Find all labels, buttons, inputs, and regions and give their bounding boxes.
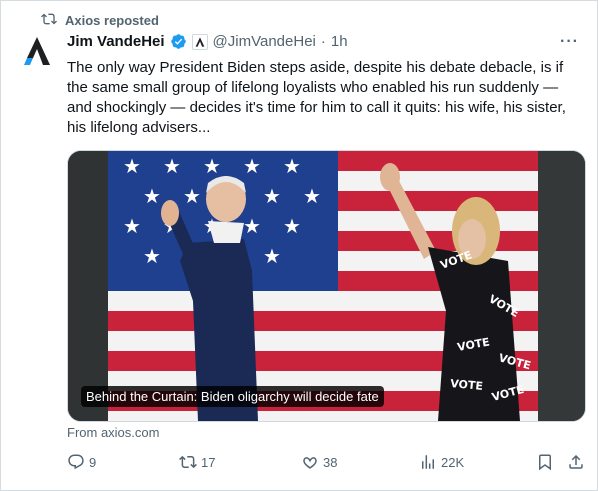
verified-badge-icon[interactable] [170, 33, 187, 50]
svg-text:★: ★ [263, 244, 281, 268]
axios-affiliate-icon[interactable] [191, 33, 208, 50]
svg-text:★: ★ [123, 154, 141, 178]
timestamp[interactable]: 1h [331, 33, 348, 50]
author-handle[interactable]: @JimVandeHei [213, 33, 316, 50]
link-card-title[interactable]: Behind the Curtain: Biden oligarchy will… [81, 386, 384, 407]
bookmark-icon [539, 454, 551, 471]
tweet-text: The only way President Biden steps aside… [67, 59, 566, 136]
svg-text:★: ★ [243, 214, 261, 238]
svg-text:★: ★ [283, 154, 301, 178]
share-button[interactable] [567, 453, 585, 471]
svg-text:★: ★ [203, 154, 221, 178]
like-button[interactable]: 38 [301, 453, 337, 471]
photo-biden-waving: ★★★★★ ★★★★★ ★★★★★ ★★★★ [68, 151, 585, 421]
svg-text:★: ★ [243, 154, 261, 178]
bar-chart-icon [422, 455, 434, 469]
link-source[interactable]: From axios.com [67, 425, 159, 440]
tweet-header: Jim VandeHei @JimVandeHei · 1h [67, 33, 348, 50]
like-count: 38 [323, 454, 338, 470]
view-count: 22K [441, 454, 465, 470]
views-button[interactable]: 22K [419, 453, 464, 471]
share-icon [569, 454, 583, 469]
separator-dot: · [320, 33, 326, 50]
bookmark-button[interactable] [536, 453, 554, 471]
svg-text:★: ★ [263, 184, 281, 208]
author-name[interactable]: Jim VandeHei [67, 33, 165, 50]
svg-text:★: ★ [143, 244, 161, 268]
tweet-card[interactable]: Axios reposted Jim VandeHei @JimVandeHei… [0, 0, 598, 491]
svg-text:★: ★ [183, 184, 201, 208]
link-card-image[interactable]: ★★★★★ ★★★★★ ★★★★★ ★★★★ [67, 150, 586, 422]
svg-text:★: ★ [283, 214, 301, 238]
svg-text:★: ★ [303, 184, 321, 208]
repost-context[interactable]: Axios reposted [41, 11, 159, 30]
svg-text:★: ★ [123, 214, 141, 238]
repost-button[interactable]: 17 [179, 453, 215, 471]
repost-label: Axios reposted [65, 13, 159, 28]
axios-logo-icon [24, 37, 50, 65]
avatar[interactable] [17, 31, 57, 71]
repost-icon [179, 455, 197, 469]
more-options-button[interactable]: ··· [560, 33, 579, 51]
svg-text:★: ★ [143, 184, 161, 208]
action-bar: 9 17 38 22K [67, 453, 585, 477]
reply-count: 9 [89, 454, 97, 470]
repost-icon [41, 11, 57, 30]
heart-icon [303, 457, 317, 469]
reply-button[interactable]: 9 [67, 453, 96, 471]
repost-count: 17 [201, 454, 216, 470]
svg-text:★: ★ [163, 154, 181, 178]
reply-icon [68, 454, 84, 470]
